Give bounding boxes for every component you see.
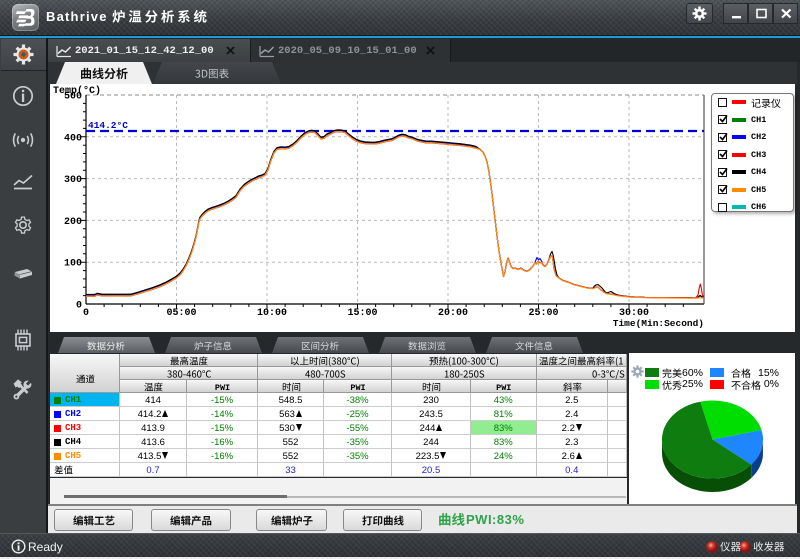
svg-text:25:00: 25:00 <box>528 308 558 319</box>
svg-text:05:00: 05:00 <box>166 308 196 319</box>
svg-text:414.2°C: 414.2°C <box>88 120 128 131</box>
svg-text:10:00: 10:00 <box>257 308 287 319</box>
svg-text:20:00: 20:00 <box>438 308 468 319</box>
svg-text:0: 0 <box>83 308 89 319</box>
svg-text:15:00: 15:00 <box>347 308 377 319</box>
svg-text:Time(Min:Second): Time(Min:Second) <box>613 318 704 329</box>
svg-text:100: 100 <box>64 259 82 270</box>
svg-text:400: 400 <box>64 133 82 144</box>
svg-text:300: 300 <box>64 175 82 186</box>
svg-text:0: 0 <box>76 301 82 312</box>
svg-text:500: 500 <box>64 92 82 103</box>
svg-text:200: 200 <box>64 217 82 228</box>
